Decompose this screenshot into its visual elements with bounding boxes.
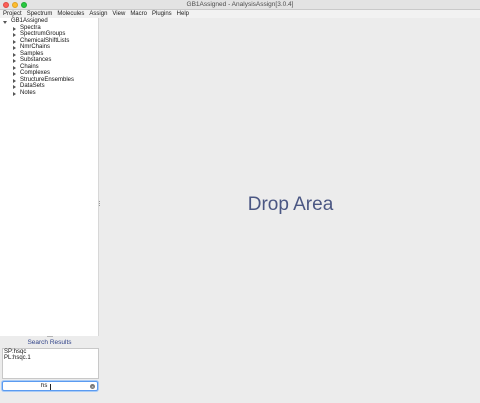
search-input-container[interactable]: × [2,381,98,391]
menu-molecules[interactable]: Molecules [57,10,84,18]
panel-grip-handle[interactable] [47,336,53,338]
search-results-list[interactable]: SP:hsqc PL:hsqc.1 [2,348,99,379]
menu-project[interactable]: Project [3,10,22,18]
tree-item-complexes[interactable]: Complexes [20,70,50,77]
clear-icon[interactable]: × [90,384,95,389]
window-titlebar: GB1Assigned - AnalysisAssign[3.0.4] [0,0,480,10]
list-item[interactable]: PL:hsqc.1 [3,355,98,361]
chevron-right-icon[interactable] [13,72,16,76]
chevron-right-icon[interactable] [13,92,16,96]
drop-area[interactable]: Drop Area [101,18,480,403]
tree-root-project[interactable]: GB1Assigned [11,18,48,25]
menu-assign[interactable]: Assign [89,10,107,18]
menu-view[interactable]: View [112,10,125,18]
project-sidebar: GB1Assigned Spectra SpectrumGroups Chemi… [0,18,99,336]
menu-plugins[interactable]: Plugins [152,10,172,18]
chevron-down-icon[interactable] [3,21,7,24]
tree-item-datasets[interactable]: DataSets [20,83,45,90]
text-cursor [50,384,51,390]
drop-area-label: Drop Area [247,194,334,215]
menu-spectrum[interactable]: Spectrum [27,10,53,18]
menu-macro[interactable]: Macro [130,10,147,18]
chevron-right-icon[interactable] [13,27,16,31]
chevron-right-icon[interactable] [13,46,16,50]
chevron-right-icon[interactable] [13,53,16,57]
chevron-right-icon[interactable] [13,85,16,89]
search-results-title: Search Results [27,339,72,346]
menubar: Project Spectrum Molecules Assign View M… [0,10,480,18]
tree-item-nmrchains[interactable]: NmrChains [20,44,50,51]
search-input[interactable] [41,383,81,390]
chevron-right-icon[interactable] [13,79,16,83]
search-results-panel: Search Results SP:hsqc PL:hsqc.1 × [0,336,99,403]
chevron-right-icon[interactable] [13,59,16,63]
chevron-right-icon[interactable] [13,66,16,70]
menu-help[interactable]: Help [177,10,189,18]
tree-item-spectrumgroups[interactable]: SpectrumGroups [20,31,65,38]
tree-item-notes[interactable]: Notes [20,90,36,97]
tree-item-substances[interactable]: Substances [20,57,51,64]
chevron-right-icon[interactable] [13,33,16,37]
chevron-right-icon[interactable] [13,40,16,44]
window-title: GB1Assigned - AnalysisAssign[3.0.4] [186,1,294,8]
